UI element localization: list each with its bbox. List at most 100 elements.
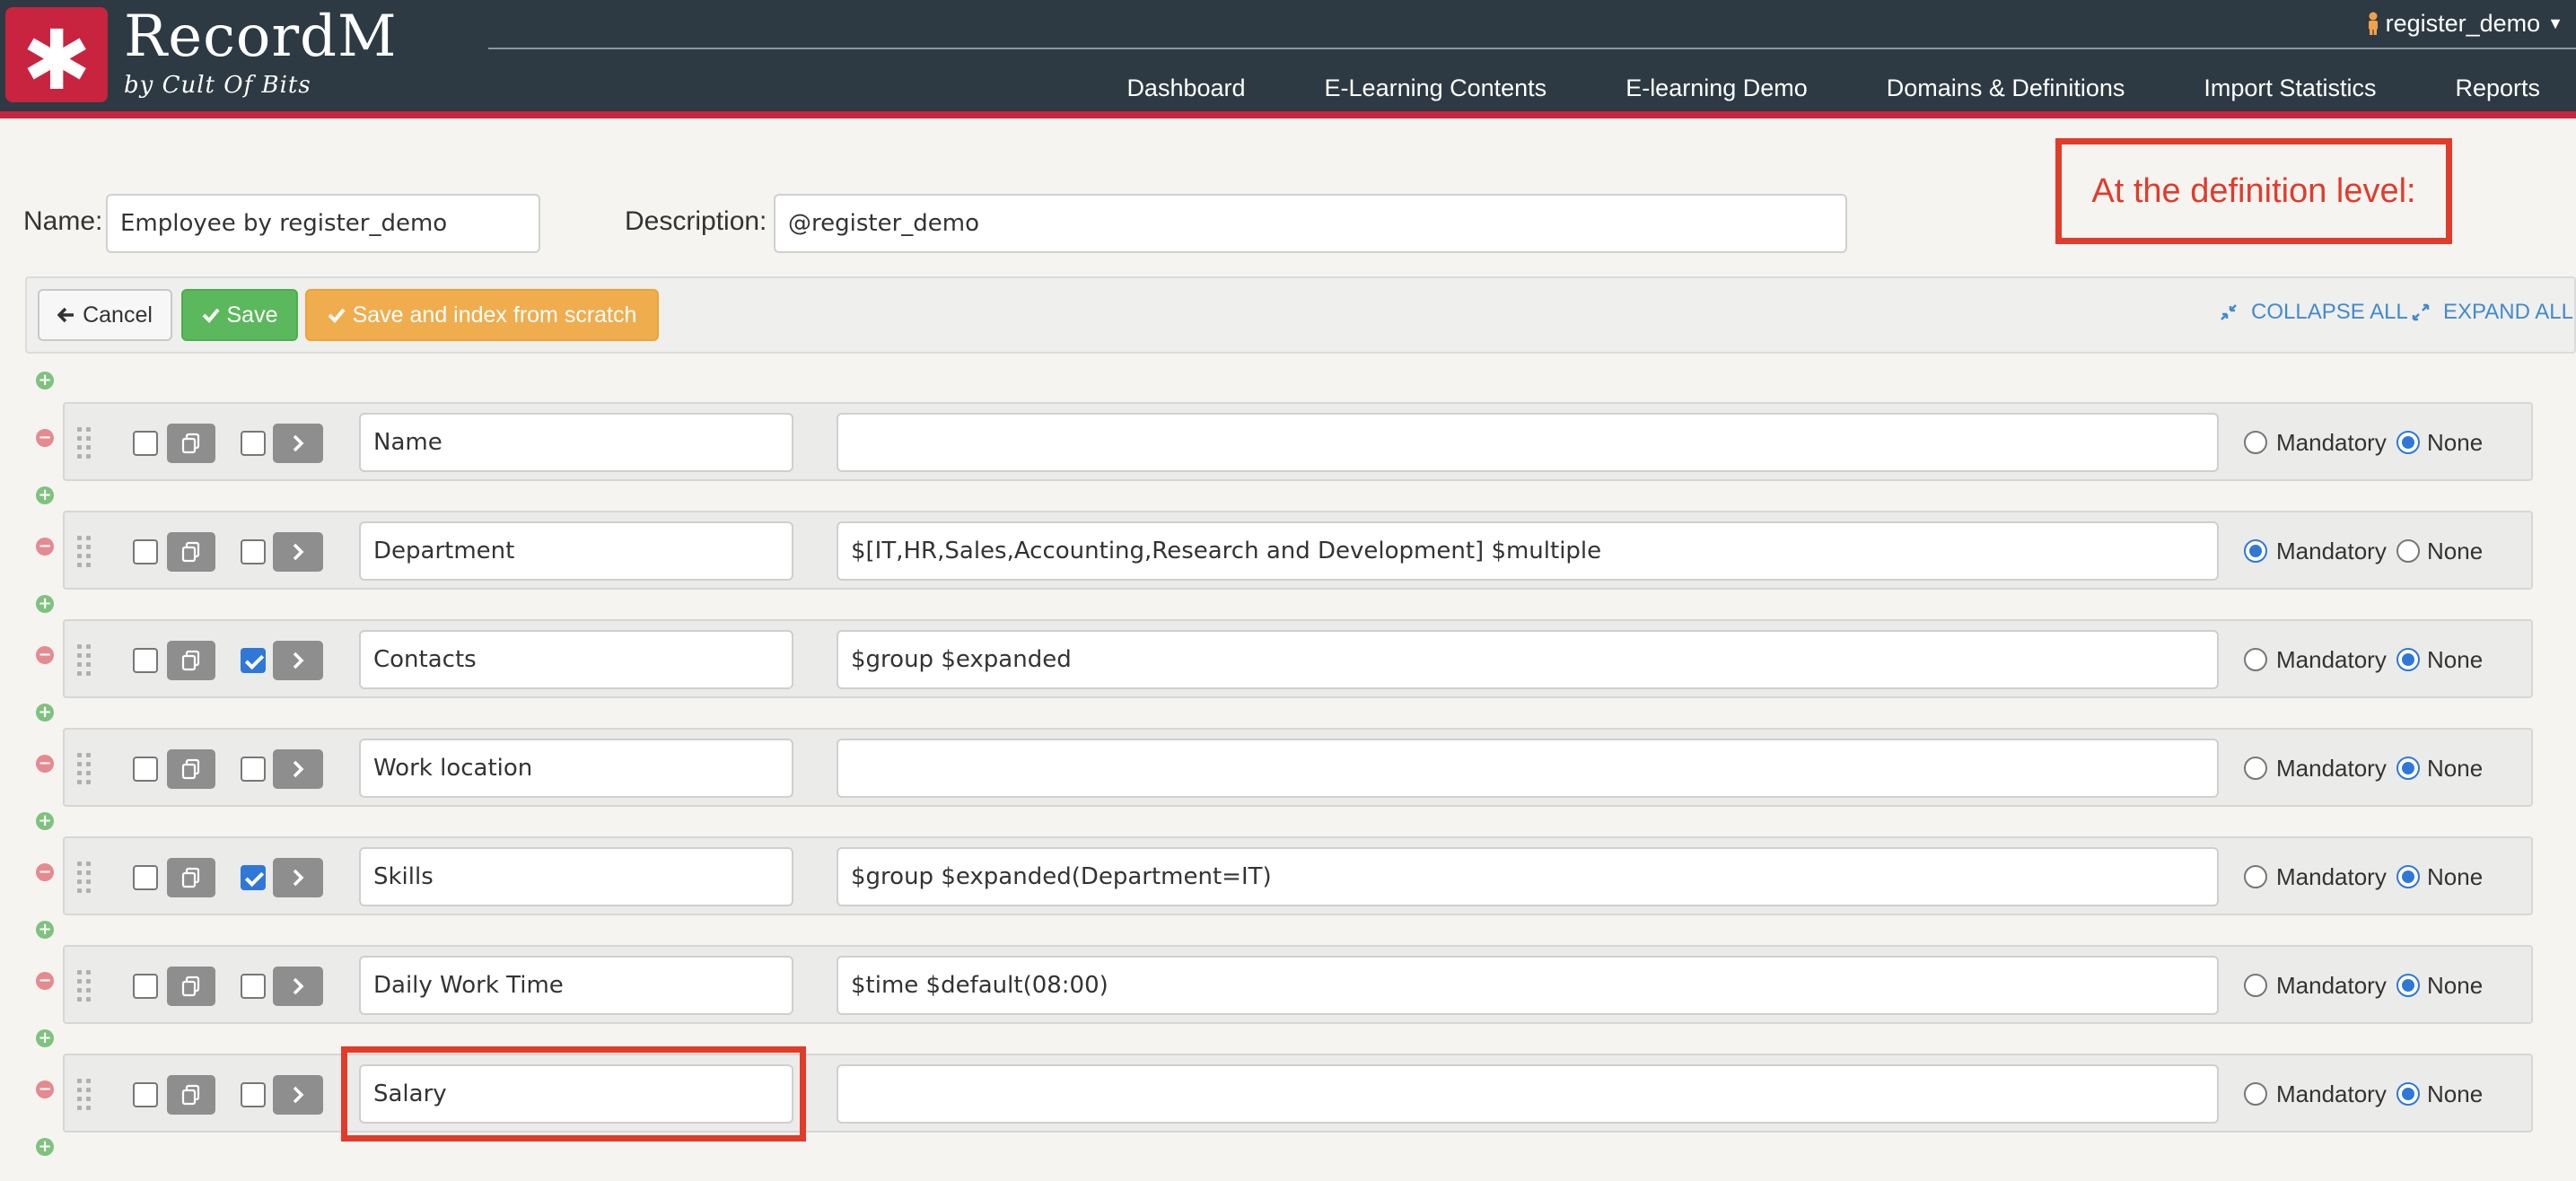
- nav-item-domains-definitions[interactable]: Domains & Definitions: [1847, 74, 2165, 102]
- collapse-all-link[interactable]: COLLAPSE ALL: [2219, 300, 2408, 325]
- none-radio[interactable]: [2396, 648, 2420, 671]
- group-field-checkbox[interactable]: [241, 865, 266, 890]
- duplicate-field-button[interactable]: [167, 858, 215, 897]
- copy-icon: [181, 650, 200, 671]
- cancel-button[interactable]: Cancel: [38, 289, 172, 341]
- definition-name-input[interactable]: [106, 194, 540, 253]
- drag-handle-icon[interactable]: [77, 536, 92, 568]
- duplicate-field-button[interactable]: [167, 1075, 215, 1115]
- remove-field-button[interactable]: −: [36, 755, 54, 773]
- mandatory-radio[interactable]: [2244, 974, 2267, 997]
- save-button[interactable]: Save: [181, 289, 298, 341]
- none-radio[interactable]: [2396, 431, 2420, 454]
- add-field-button[interactable]: +: [36, 921, 54, 939]
- expand-all-link[interactable]: EXPAND ALL: [2411, 300, 2573, 325]
- field-name-input[interactable]: [359, 630, 793, 689]
- remove-field-button[interactable]: −: [36, 538, 54, 556]
- field-name-input[interactable]: [359, 739, 793, 798]
- add-field-button[interactable]: +: [36, 1138, 54, 1156]
- field-description-input[interactable]: [837, 847, 2219, 906]
- none-radio[interactable]: [2396, 757, 2420, 780]
- open-field-button[interactable]: [273, 749, 323, 789]
- duplicate-field-button[interactable]: [167, 424, 215, 463]
- open-field-button[interactable]: [273, 424, 323, 463]
- none-label: None: [2427, 755, 2484, 782]
- group-field-checkbox[interactable]: [241, 431, 266, 456]
- select-field-checkbox[interactable]: [133, 974, 158, 999]
- person-icon: [2368, 12, 2378, 35]
- open-field-button[interactable]: [273, 858, 323, 897]
- field-row: Mandatory None: [63, 836, 2533, 915]
- group-field-checkbox[interactable]: [241, 974, 266, 999]
- drag-handle-icon[interactable]: [77, 427, 92, 459]
- select-field-checkbox[interactable]: [133, 431, 158, 456]
- field-name-input[interactable]: [359, 956, 793, 1015]
- field-name-input[interactable]: [359, 413, 793, 472]
- nav-item-e-learning-contents[interactable]: E-Learning Contents: [1285, 74, 1587, 102]
- field-description-input[interactable]: [837, 956, 2219, 1015]
- duplicate-field-button[interactable]: [167, 749, 215, 789]
- add-field-button[interactable]: +: [36, 812, 54, 830]
- none-radio[interactable]: [2396, 539, 2420, 563]
- mandatory-radio[interactable]: [2244, 539, 2267, 563]
- open-field-button[interactable]: [273, 641, 323, 680]
- mandatory-radio[interactable]: [2244, 431, 2267, 454]
- open-field-button[interactable]: [273, 532, 323, 572]
- field-description-input[interactable]: [837, 1064, 2219, 1124]
- open-field-button[interactable]: [273, 1075, 323, 1115]
- remove-field-button[interactable]: −: [36, 646, 54, 664]
- field-description-input[interactable]: [837, 521, 2219, 581]
- remove-field-button[interactable]: −: [36, 972, 54, 990]
- field-description-input[interactable]: [837, 630, 2219, 689]
- add-field-button[interactable]: +: [36, 704, 54, 722]
- select-field-checkbox[interactable]: [133, 539, 158, 564]
- save-and-index-button[interactable]: Save and index from scratch: [305, 289, 659, 341]
- drag-handle-icon[interactable]: [77, 753, 92, 785]
- select-field-checkbox[interactable]: [133, 648, 158, 673]
- select-field-checkbox[interactable]: [133, 757, 158, 782]
- add-field-button[interactable]: +: [36, 595, 54, 613]
- group-field-checkbox[interactable]: [241, 539, 266, 564]
- drag-handle-icon[interactable]: [77, 862, 92, 894]
- select-field-checkbox[interactable]: [133, 1082, 158, 1107]
- duplicate-field-button[interactable]: [167, 967, 215, 1006]
- mandatory-radio[interactable]: [2244, 1082, 2267, 1106]
- drag-handle-icon[interactable]: [77, 970, 92, 1002]
- none-radio[interactable]: [2396, 1082, 2420, 1106]
- group-field-checkbox[interactable]: [241, 1082, 266, 1107]
- expand-arrows-icon: [2412, 303, 2430, 321]
- select-field-checkbox[interactable]: [133, 865, 158, 890]
- mandatory-radio[interactable]: [2244, 648, 2267, 671]
- add-field-button[interactable]: +: [36, 486, 54, 504]
- field-description-input[interactable]: [837, 739, 2219, 798]
- add-field-button[interactable]: +: [36, 372, 54, 389]
- logo[interactable]: ✱: [5, 7, 108, 102]
- remove-field-button[interactable]: −: [36, 863, 54, 881]
- duplicate-field-button[interactable]: [167, 532, 215, 572]
- field-name-input[interactable]: [359, 847, 793, 906]
- group-field-checkbox[interactable]: [241, 648, 266, 673]
- duplicate-field-button[interactable]: [167, 641, 215, 680]
- nav-item-e-learning-demo[interactable]: E-learning Demo: [1586, 74, 1847, 102]
- plus-circle-icon: +: [38, 703, 52, 722]
- open-field-button[interactable]: [273, 967, 323, 1006]
- nav-item-import-statistics[interactable]: Import Statistics: [2164, 74, 2415, 102]
- field-description-input[interactable]: [837, 413, 2219, 472]
- nav-item-reports[interactable]: Reports: [2415, 74, 2576, 102]
- mandatory-radio[interactable]: [2244, 757, 2267, 780]
- field-name-input[interactable]: [359, 521, 793, 581]
- drag-handle-icon[interactable]: [77, 644, 92, 677]
- drag-handle-icon[interactable]: [77, 1079, 92, 1111]
- nav-item-dashboard[interactable]: Dashboard: [1087, 74, 1284, 102]
- plus-circle-icon: +: [38, 486, 52, 504]
- remove-field-button[interactable]: −: [36, 1080, 54, 1098]
- mandatory-radio[interactable]: [2244, 865, 2267, 888]
- group-field-checkbox[interactable]: [241, 757, 266, 782]
- user-menu[interactable]: register_demo ▼: [2366, 7, 2563, 39]
- none-radio[interactable]: [2396, 865, 2420, 888]
- add-field-button[interactable]: +: [36, 1029, 54, 1047]
- remove-field-button[interactable]: −: [36, 429, 54, 447]
- field-row: Mandatory None: [63, 619, 2533, 698]
- none-radio[interactable]: [2396, 974, 2420, 997]
- definition-description-input[interactable]: [774, 194, 1847, 253]
